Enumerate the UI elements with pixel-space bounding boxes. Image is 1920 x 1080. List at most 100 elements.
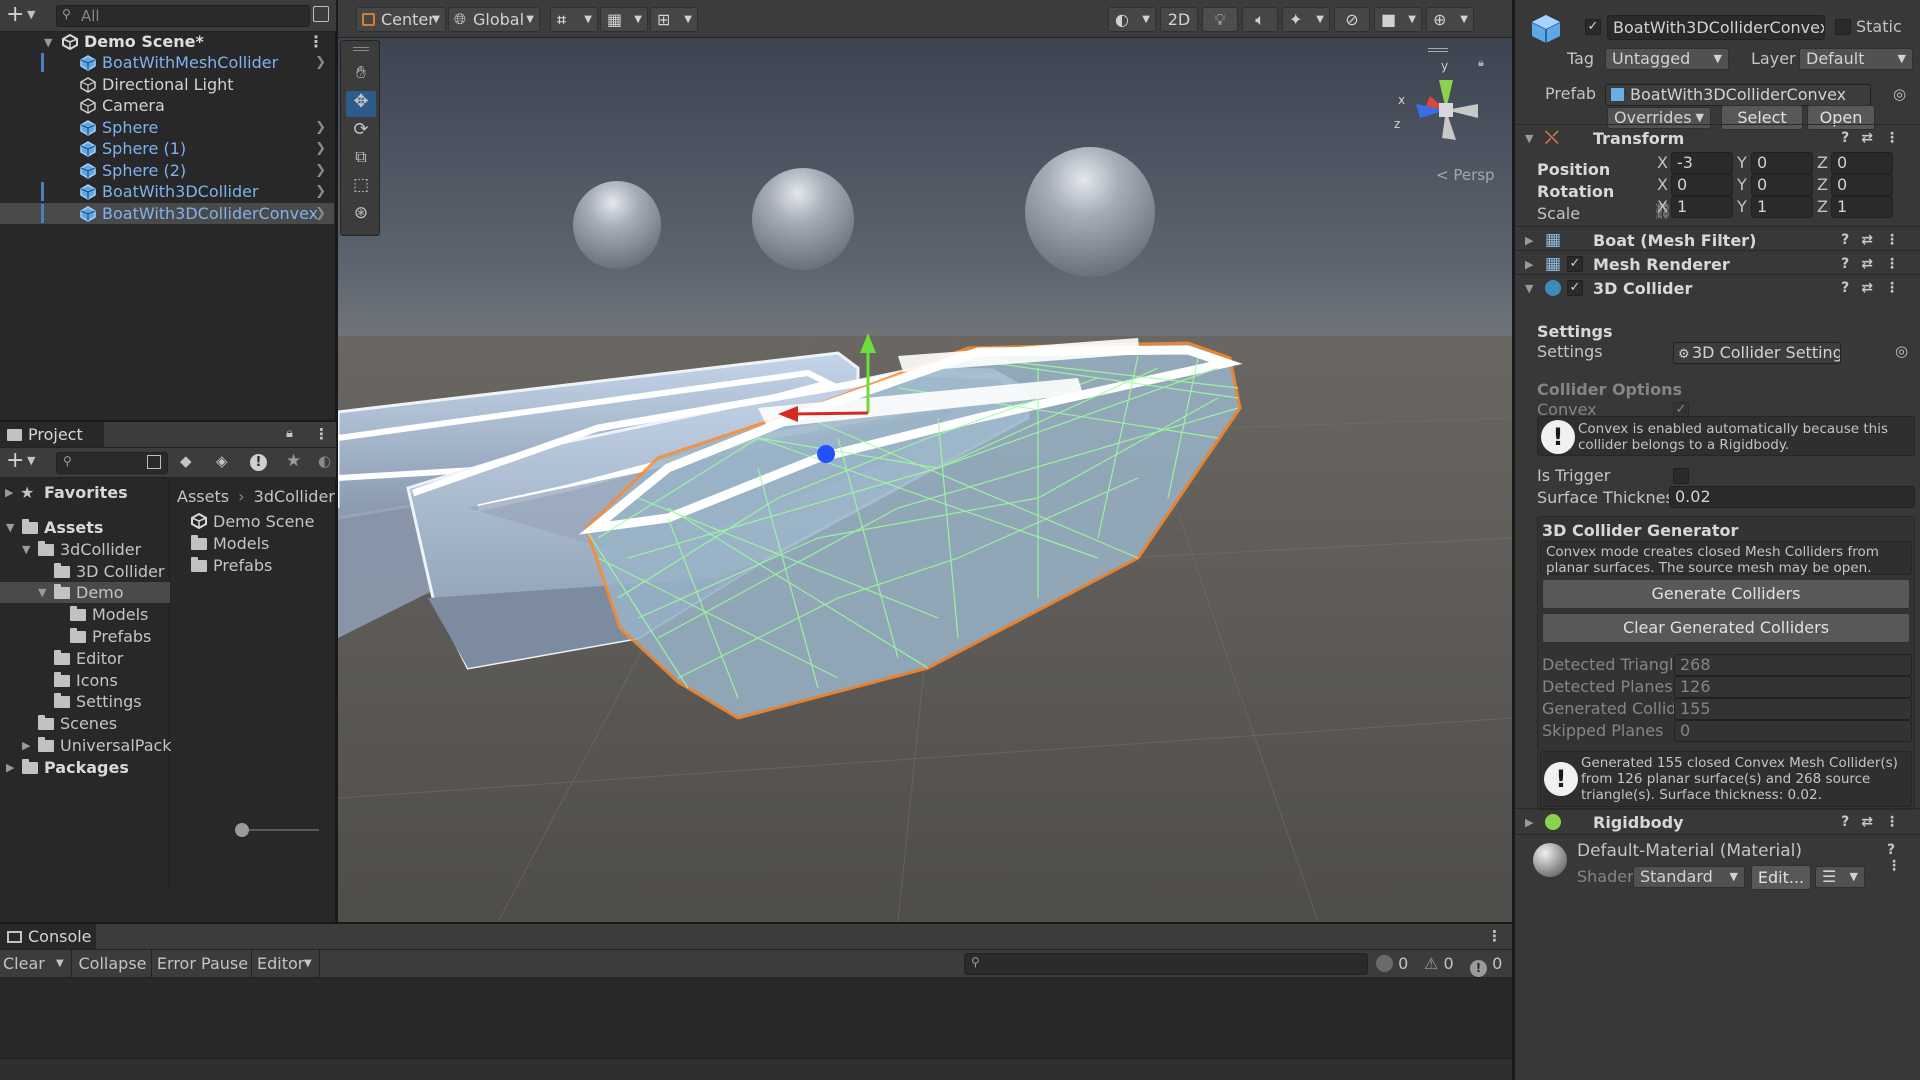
axis-label-z[interactable]: Z: [1817, 153, 1828, 172]
search-by-type-icon[interactable]: [147, 455, 161, 469]
project-tree-item[interactable]: Settings: [0, 691, 170, 712]
scale-x-field[interactable]: 1: [1671, 196, 1733, 218]
add-icon[interactable]: +: [6, 3, 24, 27]
tab-console[interactable]: Console: [0, 924, 96, 949]
collider-enabled-checkbox[interactable]: ✓: [1567, 280, 1583, 296]
sphere[interactable]: [573, 181, 661, 269]
console-search-input[interactable]: ⚲: [964, 953, 1368, 975]
camera-settings-button[interactable]: ■ ▼: [1374, 7, 1422, 32]
rotation-x-field[interactable]: 0: [1671, 174, 1733, 196]
fold-arrow-icon[interactable]: ▶: [5, 482, 13, 503]
prefab-field[interactable]: BoatWith3DColliderConvex: [1605, 84, 1871, 106]
project-tree-item[interactable]: ▶ UniversalPack: [0, 735, 172, 756]
sphere-2[interactable]: [1025, 147, 1155, 277]
fold-arrow-icon[interactable]: ▼: [22, 539, 30, 560]
static-checkbox[interactable]: [1835, 19, 1851, 35]
rigidbody-header[interactable]: ▶ Rigidbody ?⇄⋮: [1515, 808, 1920, 836]
hierarchy-search-input[interactable]: ⚲ All: [56, 5, 310, 27]
project-tree-item[interactable]: Editor: [0, 648, 170, 669]
transform-header[interactable]: ▼ ⤬ Transform ?⇄⋮: [1515, 124, 1920, 152]
hierarchy-item[interactable]: Sphere (1) ❯: [0, 138, 334, 159]
2d-toggle[interactable]: 2D: [1160, 7, 1198, 32]
axis-label-x[interactable]: X: [1657, 197, 1668, 216]
pivot-dropdown[interactable]: Center ▼: [356, 7, 446, 32]
move-tool-icon[interactable]: ✥: [346, 91, 376, 117]
axis-label-y[interactable]: Y: [1737, 197, 1747, 216]
panel-menu-icon[interactable]: ⋮: [1487, 927, 1502, 945]
scale-z-field[interactable]: 1: [1831, 196, 1893, 218]
fold-arrow-icon[interactable]: ▼: [1525, 125, 1533, 152]
component-header-icons[interactable]: ?⇄⋮: [1841, 809, 1911, 836]
increment-snap-button[interactable]: ⊞ ▼: [650, 7, 698, 32]
tab-project[interactable]: Project: [0, 422, 104, 447]
gizmos-button[interactable]: ⊕ ▼: [1426, 7, 1474, 32]
fold-arrow-icon[interactable]: ▶: [6, 757, 14, 778]
shader-options-dropdown[interactable]: ☰ ▼: [1815, 866, 1865, 888]
layer-dropdown[interactable]: Default ▼: [1799, 48, 1913, 70]
hierarchy-item[interactable]: Directional Light: [0, 74, 334, 95]
icon-size-slider[interactable]: [235, 823, 319, 837]
info-icon[interactable]: !: [250, 454, 267, 471]
axis-label-x[interactable]: X: [1657, 175, 1668, 194]
project-tree-item[interactable]: Models: [0, 604, 170, 625]
settings-asset-field[interactable]: ⚙ 3D Collider Settings (1: [1673, 342, 1841, 364]
object-name-field[interactable]: BoatWith3DColliderConvex: [1607, 15, 1825, 40]
rect-tool-icon[interactable]: ⬚: [346, 175, 376, 201]
editor-dropdown[interactable]: Editor ▼: [254, 950, 320, 978]
hidden-objects-toggle[interactable]: ⊘: [1334, 7, 1370, 32]
collider-header[interactable]: ▼ ✓ 3D Collider ?⇄⋮: [1515, 274, 1920, 302]
orientation-gizmo[interactable]: 🔒︎ y x z < Persp: [1386, 48, 1496, 184]
axis-label-y[interactable]: Y: [1737, 175, 1747, 194]
audio-toggle[interactable]: 🔈︎: [1242, 7, 1278, 32]
chevron-down-icon[interactable]: ▼: [27, 8, 35, 21]
material-name[interactable]: Default-Material (Material): [1577, 841, 1802, 861]
transform-tool-icon[interactable]: ⊛: [346, 203, 376, 229]
scale-tool-icon[interactable]: ⧉: [346, 147, 376, 173]
rotation-z-field[interactable]: 0: [1831, 174, 1893, 196]
scene-menu-icon[interactable]: ⋮: [308, 31, 324, 52]
target-icon[interactable]: ◎: [1895, 342, 1908, 360]
surface-thickness-field[interactable]: 0.02: [1669, 486, 1915, 508]
project-tree-item[interactable]: Scenes: [0, 713, 170, 734]
component-header-icons[interactable]: ?⇄⋮: [1841, 125, 1911, 152]
project-tree-item[interactable]: 3D Collider: [0, 561, 170, 582]
favorite-star-icon[interactable]: ★: [286, 451, 301, 471]
shader-dropdown[interactable]: Standard ▼: [1633, 866, 1745, 888]
fold-arrow-icon[interactable]: ▼: [44, 32, 52, 53]
hand-tool-icon[interactable]: ✋︎: [346, 63, 376, 89]
scene-root-row[interactable]: ▼ Demo Scene* ⋮: [0, 31, 334, 52]
fold-arrow-icon[interactable]: ▶: [22, 735, 30, 756]
scale-y-field[interactable]: 1: [1751, 196, 1813, 218]
target-icon[interactable]: ◎: [1893, 85, 1906, 103]
chevron-right-icon[interactable]: ❯: [315, 52, 326, 73]
effects-button[interactable]: ✦ ▼: [1282, 7, 1330, 32]
hierarchy-item[interactable]: BoatWith3DColliderConvex ❯: [0, 202, 334, 224]
filter-by-type-icon[interactable]: ◆: [180, 452, 192, 470]
chevron-right-icon[interactable]: ❯: [315, 160, 326, 181]
axis-label-x[interactable]: X: [1657, 153, 1668, 172]
draw-mode-button[interactable]: ◐ ▼: [1108, 7, 1156, 32]
log-count-toggle[interactable]: 0: [1376, 954, 1408, 973]
generate-colliders-button[interactable]: Generate Colliders: [1542, 579, 1910, 609]
project-tree-item[interactable]: ▶ Packages: [0, 757, 170, 778]
favorites-row[interactable]: ▶ ★ Favorites: [0, 482, 170, 503]
project-content-item[interactable]: Prefabs: [191, 555, 331, 576]
hierarchy-item[interactable]: Camera: [0, 95, 334, 116]
edit-shader-button[interactable]: Edit...: [1751, 865, 1811, 890]
chevron-right-icon[interactable]: ❯: [315, 203, 326, 224]
lock-icon[interactable]: 🔒︎: [286, 426, 293, 441]
project-tree-item[interactable]: ▼ 3dCollider: [0, 539, 170, 560]
grid-visibility-button[interactable]: ▦ ▼: [600, 7, 648, 32]
space-dropdown[interactable]: 🌐︎ Global ▼: [448, 7, 540, 32]
clear-button[interactable]: Clear ▼: [0, 950, 72, 978]
fold-arrow-icon[interactable]: ▼: [6, 517, 14, 538]
label-icon[interactable]: ◈: [216, 452, 228, 470]
visibility-icon[interactable]: ◐: [318, 452, 331, 470]
slider-handle[interactable]: [235, 823, 249, 837]
error-pause-button[interactable]: Error Pause: [154, 950, 252, 978]
chevron-right-icon[interactable]: ❯: [315, 117, 326, 138]
active-checkbox[interactable]: ✓: [1585, 19, 1601, 35]
chevron-right-icon[interactable]: ❯: [315, 138, 326, 159]
fold-arrow-icon[interactable]: ▶: [1525, 809, 1533, 836]
project-tree-item[interactable]: Prefabs: [0, 626, 170, 647]
